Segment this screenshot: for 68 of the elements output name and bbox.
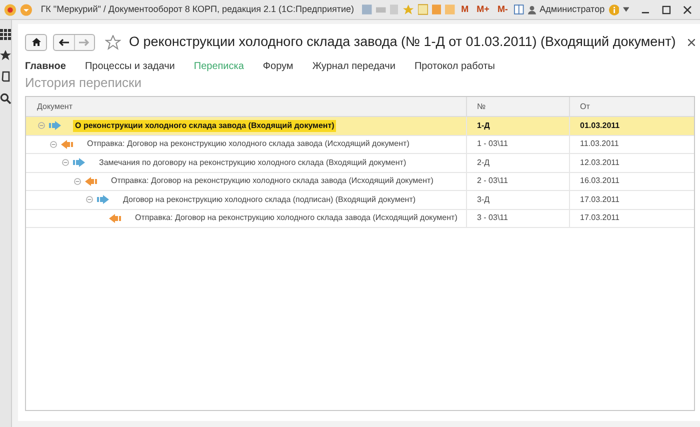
memory-button[interactable]: M- <box>495 2 510 16</box>
table-row[interactable]: Отправка: Договор на реконструкцию холодного склада завода (Исходящий документ) 2 - 03\11 16.03.2011 <box>26 172 694 191</box>
user-name[interactable]: Администратор <box>540 2 605 16</box>
date-cell-text: 01.03.2011 <box>579 120 621 132</box>
tab[interactable]: Журнал передачи <box>312 58 396 74</box>
arrow-left-icon <box>109 214 121 223</box>
memory-button[interactable]: M+ <box>474 2 492 16</box>
window-title: ГК "Меркурий" / Документооборот 8 КОРП, редакция 2.1 (1С:Предприятие) <box>40 2 354 16</box>
collapse-icon[interactable] <box>74 178 81 185</box>
number-cell: 3 - 03\11 <box>467 210 570 227</box>
collapse-icon[interactable] <box>38 122 45 130</box>
arrow-left-icon <box>85 176 97 186</box>
close-icon[interactable] <box>683 4 692 14</box>
grid-menu-icon[interactable] <box>0 29 11 40</box>
table-row[interactable]: Договор на реконструкцию холодного склада (подписан) (Входящий документ) 3-Д 17.03.2011 <box>26 191 694 210</box>
home-icon <box>32 38 40 46</box>
document-cell-text: Замечания по договору на реконструкцию холодного склада (Входящий документ) <box>98 156 408 169</box>
arrow-right-icon <box>49 121 61 130</box>
table-row[interactable]: Отправка: Договор на реконструкцию холодного склада завода (Исходящий документ) 1 - 03\11 11.03.2011 <box>26 136 694 154</box>
tab[interactable]: Протокол работы <box>414 58 495 74</box>
arrow-right-icon <box>97 195 109 204</box>
star-icon[interactable] <box>0 50 11 61</box>
star-icon[interactable] <box>403 4 414 16</box>
date-cell-text: 16.03.2011 <box>579 175 620 188</box>
collapse-icon[interactable] <box>62 159 69 166</box>
table-row[interactable]: Отправка: Договор на реконструкцию холодного склада завода (Исходящий документ) 3 - 03\11 17.03.2011 <box>26 210 694 228</box>
number-cell: 2-Д <box>467 154 570 172</box>
arrow-right-icon <box>73 158 85 168</box>
column-header[interactable]: Документ <box>26 97 467 116</box>
maximize-icon[interactable] <box>662 4 672 14</box>
tab[interactable]: Главное <box>25 58 66 74</box>
number-cell: 2 - 03\11 <box>467 172 570 190</box>
date-cell-text: 17.03.2011 <box>579 194 620 206</box>
document-cell-text: Отправка: Договор на реконструкцию холодного склада завода (Исходящий документ) <box>134 212 458 224</box>
back-arrow-icon <box>58 38 69 46</box>
date-cell-text: 11.03.2011 <box>579 138 620 150</box>
panel-icon[interactable] <box>514 4 524 15</box>
forward-arrow-icon <box>79 38 90 46</box>
table-row[interactable]: Замечания по договору на реконструкцию холодного склада (Входящий документ) 2-Д 12.03.2011 <box>26 154 694 172</box>
column-header[interactable]: От <box>570 97 694 116</box>
tab[interactable]: Форум <box>262 58 294 74</box>
number-cell: 1 - 03\11 <box>467 136 570 153</box>
date-cell-text: 12.03.2011 <box>579 156 620 169</box>
app-logo-icon <box>4 2 16 16</box>
form-title: О реконструкции холодного склада завода (№ 1-Д от 01.03.2011) (Входящий документ) <box>129 32 676 51</box>
close-icon[interactable] <box>688 38 695 46</box>
document-cell-text: Договор на реконструкцию холодного склада (подписан) (Входящий документ) <box>122 194 417 206</box>
scroll-icon[interactable] <box>0 71 10 83</box>
caret-icon[interactable] <box>623 7 630 12</box>
search-icon[interactable] <box>0 93 11 104</box>
dropdown-icon[interactable] <box>20 2 33 16</box>
home-button[interactable] <box>25 34 47 50</box>
document-cell-text: Отправка: Договор на реконструкцию холодного склада завода (Исходящий документ) <box>86 138 410 150</box>
memory-button[interactable]: M <box>459 2 471 16</box>
collapse-icon[interactable] <box>50 140 57 148</box>
collapse-icon[interactable] <box>86 196 93 204</box>
table-row[interactable]: О реконструкции холодного склада завода (Входящий документ) 1-Д 01.03.2011 <box>26 117 694 136</box>
section-title: История переписки <box>25 74 143 91</box>
document-cell: О реконструкции холодного склада завода (Входящий документ) <box>73 120 336 132</box>
document-cell-text: Отправка: Договор на реконструкцию холодного склада завода (Исходящий документ) <box>110 175 434 188</box>
number-cell: 3-Д <box>467 191 570 208</box>
user-icon <box>528 4 536 14</box>
tab[interactable]: Процессы и задачи <box>84 58 175 74</box>
favorite-star-icon[interactable] <box>105 34 121 50</box>
number-cell: 1-Д <box>467 117 570 134</box>
column-header[interactable]: № <box>467 97 570 116</box>
arrow-left-icon <box>61 140 73 149</box>
date-cell-text: 17.03.2011 <box>579 212 620 224</box>
